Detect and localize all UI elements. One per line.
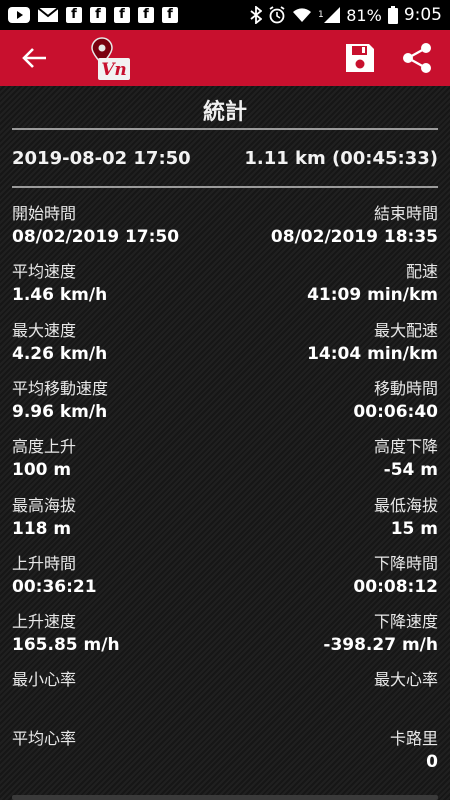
stat-label: 移動時間 [373,379,438,398]
stat-value: 165.85 m/h [12,635,120,655]
stat-label: 配速 [405,262,438,281]
summary-divider [12,186,438,188]
stat-max-speed-pace-right: 最大配速 14:04 min/km [224,321,438,365]
status-bar: f f f f f 1 81% 9:05 [0,0,450,30]
stat-label: 結束時間 [373,204,438,223]
stat-elevation-gain-loss-right: 高度下降 -54 m [224,437,438,481]
stat-label: 最高海拔 [12,496,77,515]
back-button[interactable] [20,43,50,73]
arrow-left-icon [22,48,46,68]
stat-speed-pace-left: 平均速度 1.46 km/h [12,262,226,306]
stat-ascent-descent-speed-right: 下降速度 -398.27 m/h [224,612,438,656]
stat-max-speed-pace-left: 最大速度 4.26 km/h [12,321,226,365]
battery-icon [387,6,398,24]
stat-value: 00:36:21 [12,577,97,597]
statistics-panel: 統計 2019-08-02 17:50 1.11 km (00:45:33) 開… [0,86,450,800]
stat-max-min-altitude-left: 最高海拔 118 m [12,496,226,540]
stat-label: 高度上升 [12,437,77,456]
notification-icons: f f f f f [8,7,178,23]
stat-label: 上升時間 [12,554,77,573]
stat-start-end-time-right: 結束時間 08/02/2019 18:35 [224,204,438,248]
map-pin-logo-icon: Vn [91,37,130,80]
stat-value: 00:08:12 [353,577,438,597]
bottom-scroll-edge [12,795,438,800]
clock-time: 9:05 [403,5,442,25]
stat-value: 118 m [12,519,72,539]
stat-value: 00:06:40 [353,402,438,422]
alarm-icon [268,6,286,24]
stat-label: 最大配速 [373,321,438,340]
title-divider [12,128,438,130]
facebook-icon: f [114,7,130,23]
stat-speed-pace-right: 配速 41:09 min/km [224,262,438,306]
mail-icon [38,7,58,23]
stat-value: 1.46 km/h [12,285,108,305]
battery-percent: 81% [346,5,382,25]
save-button[interactable] [344,42,376,74]
stat-label: 平均速度 [12,262,77,281]
stat-max-min-altitude-right: 最低海拔 15 m [224,496,438,540]
stat-value: 4.26 km/h [12,344,108,364]
facebook-icon: f [162,7,178,23]
stat-label: 卡路里 [389,729,438,748]
facebook-icon: f [90,7,106,23]
stat-value: 100 m [12,460,72,480]
stat-label: 高度下降 [373,437,438,456]
stat-label: 下降速度 [373,612,438,631]
summary-datetime: 2019-08-02 17:50 [12,148,191,169]
section-title: 統計 [202,100,247,125]
stat-ascent-descent-speed-left: 上升速度 165.85 m/h [12,612,226,656]
stat-value: 0 [426,752,438,772]
stat-start-end-time-left: 開始時間 08/02/2019 17:50 [12,204,226,248]
facebook-icon: f [66,7,82,23]
stat-value: 41:09 min/km [307,285,438,305]
stat-avg-hr-calories-right: 卡路里 0 [224,729,438,773]
summary-distance: 1.11 km (00:45:33) [244,148,438,169]
wifi-icon [292,7,312,23]
stat-value: 14:04 min/km [307,344,438,364]
stat-label: 下降時間 [373,554,438,573]
stat-min-max-heart-rate-left: 最小心率 [12,670,226,692]
stat-label: 最大心率 [373,670,438,689]
system-icons: 1 81% 9:05 [250,5,442,25]
app-logo: Vn [90,36,134,82]
stat-avg-hr-calories-left: 平均心率 [12,729,226,751]
stat-moving-speed-time-left: 平均移動速度 9.96 km/h [12,379,226,423]
stat-label: 平均心率 [12,729,77,748]
stat-value: -398.27 m/h [323,635,438,655]
bluetooth-icon [250,6,263,24]
stat-label: 開始時間 [12,204,77,223]
stat-ascent-descent-time-right: 下降時間 00:08:12 [224,554,438,598]
stat-elevation-gain-loss-left: 高度上升 100 m [12,437,226,481]
stat-moving-speed-time-right: 移動時間 00:06:40 [224,379,438,423]
stat-label: 上升速度 [12,612,77,631]
share-button[interactable] [400,42,434,74]
stat-value: 08/02/2019 17:50 [12,227,180,247]
stat-label: 最大速度 [12,321,77,340]
app-bar: Vn [0,30,450,86]
stat-label: 最低海拔 [373,496,438,515]
share-icon [403,43,431,73]
stat-value: -54 m [383,460,438,480]
logo-text: Vn [101,60,127,80]
stat-label: 平均移動速度 [12,379,109,398]
signal-icon: 1 [318,7,341,23]
youtube-icon [8,7,30,23]
facebook-icon: f [138,7,154,23]
stat-value: 9.96 km/h [12,402,108,422]
stat-min-max-heart-rate-right: 最大心率 [224,670,438,692]
stat-value: 15 m [390,519,438,539]
floppy-disk-icon [346,44,374,72]
stat-ascent-descent-time-left: 上升時間 00:36:21 [12,554,226,598]
stat-value: 08/02/2019 18:35 [270,227,438,247]
stat-label: 最小心率 [12,670,77,689]
signal-type-label: 1 [318,10,324,20]
